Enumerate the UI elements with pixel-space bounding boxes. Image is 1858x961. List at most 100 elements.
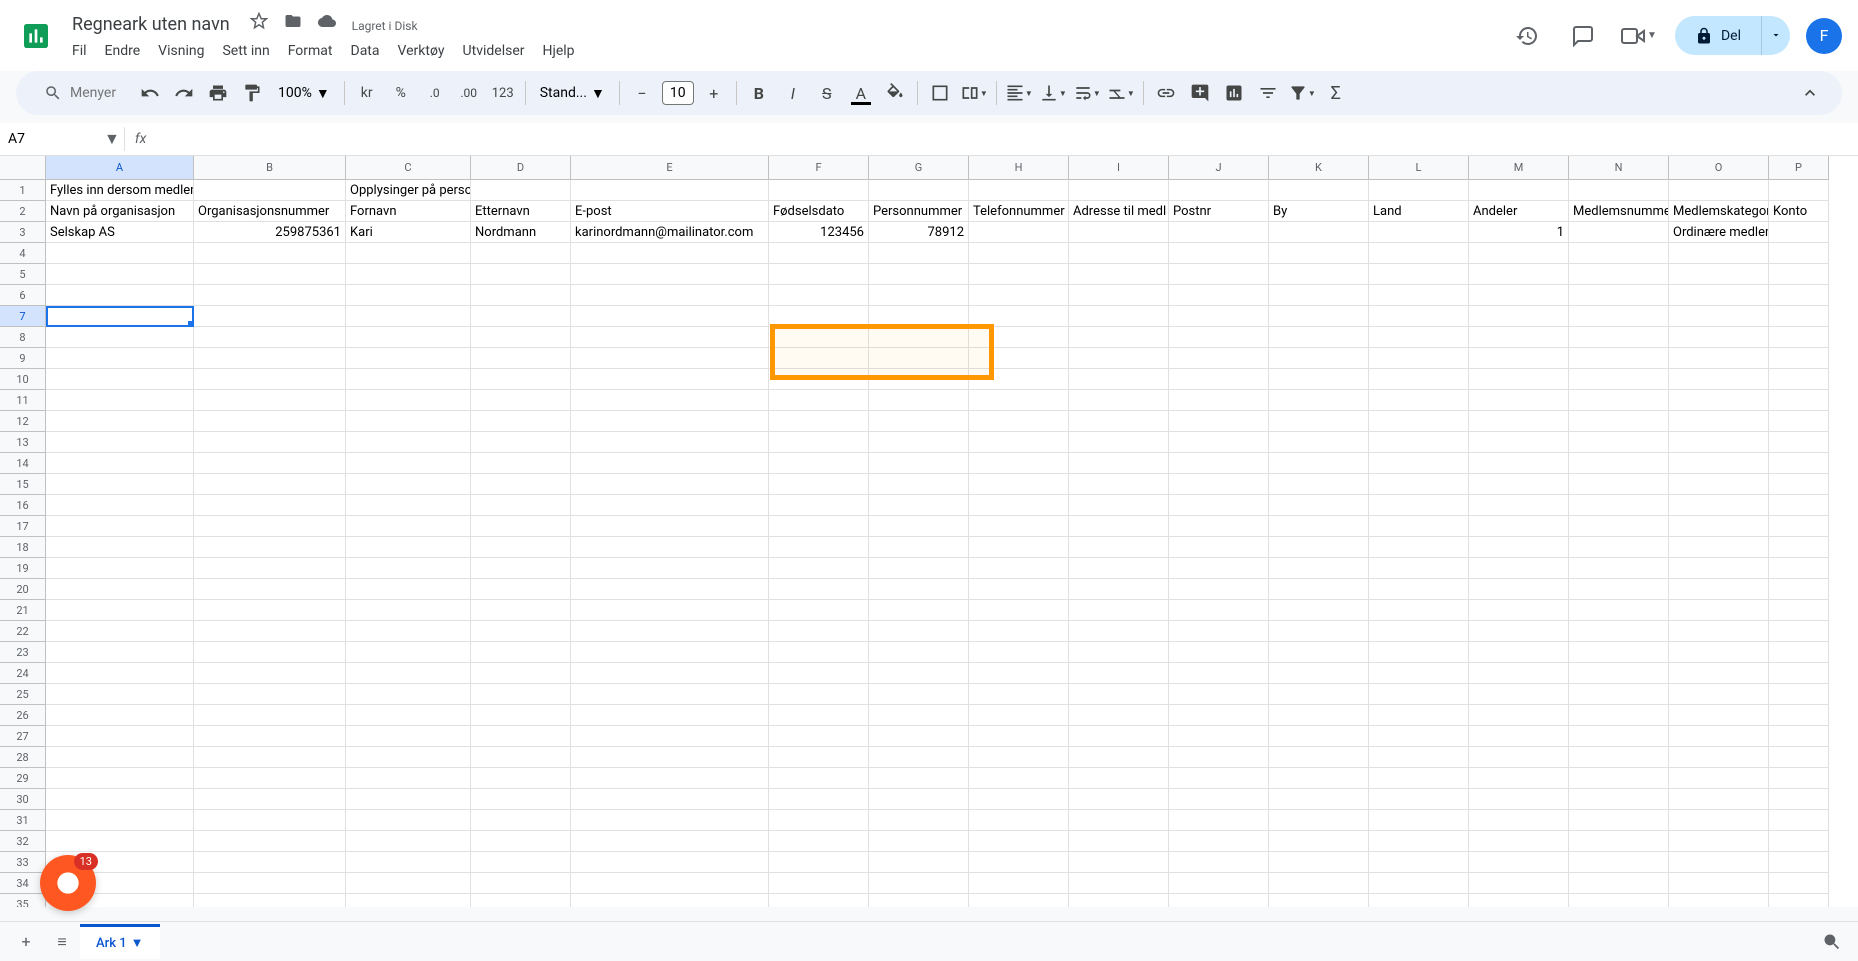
cell-F31[interactable] xyxy=(769,810,869,831)
cell-I33[interactable] xyxy=(1069,852,1169,873)
cell-F23[interactable] xyxy=(769,642,869,663)
cell-P17[interactable] xyxy=(1769,516,1829,537)
row-header-8[interactable]: 8 xyxy=(0,327,46,348)
cell-E21[interactable] xyxy=(571,600,769,621)
cell-J29[interactable] xyxy=(1169,768,1269,789)
menu-sett inn[interactable]: Sett inn xyxy=(214,39,277,63)
cell-M14[interactable] xyxy=(1469,453,1569,474)
cell-M28[interactable] xyxy=(1469,747,1569,768)
cell-O6[interactable] xyxy=(1669,285,1769,306)
cell-M11[interactable] xyxy=(1469,390,1569,411)
cell-P8[interactable] xyxy=(1769,327,1829,348)
cell-B10[interactable] xyxy=(194,369,346,390)
cell-I10[interactable] xyxy=(1069,369,1169,390)
cell-A24[interactable] xyxy=(46,663,194,684)
cell-M2[interactable]: Andeler xyxy=(1469,201,1569,222)
cell-O12[interactable] xyxy=(1669,411,1769,432)
cell-A21[interactable] xyxy=(46,600,194,621)
cell-N2[interactable]: Medlemsnumme xyxy=(1569,201,1669,222)
wrap-button[interactable]: ▼ xyxy=(1071,77,1103,109)
cell-N31[interactable] xyxy=(1569,810,1669,831)
merge-cells-button[interactable]: ▼ xyxy=(958,77,990,109)
cell-E5[interactable] xyxy=(571,264,769,285)
formula-input[interactable] xyxy=(156,127,1858,151)
cell-M22[interactable] xyxy=(1469,621,1569,642)
cell-G8[interactable] xyxy=(869,327,969,348)
row-header-30[interactable]: 30 xyxy=(0,789,46,810)
cell-C4[interactable] xyxy=(346,243,471,264)
cell-B9[interactable] xyxy=(194,348,346,369)
cell-O2[interactable]: Medlemskategori xyxy=(1669,201,1769,222)
cell-O14[interactable] xyxy=(1669,453,1769,474)
italic-button[interactable]: I xyxy=(777,77,809,109)
cell-O19[interactable] xyxy=(1669,558,1769,579)
cell-E23[interactable] xyxy=(571,642,769,663)
cell-J24[interactable] xyxy=(1169,663,1269,684)
cell-L24[interactable] xyxy=(1369,663,1469,684)
cell-G2[interactable]: Personnummer xyxy=(869,201,969,222)
cell-E12[interactable] xyxy=(571,411,769,432)
cell-D9[interactable] xyxy=(471,348,571,369)
cell-B26[interactable] xyxy=(194,705,346,726)
cell-B31[interactable] xyxy=(194,810,346,831)
cell-I14[interactable] xyxy=(1069,453,1169,474)
cell-K13[interactable] xyxy=(1269,432,1369,453)
h-align-button[interactable]: ▼ xyxy=(1003,77,1035,109)
cell-H30[interactable] xyxy=(969,789,1069,810)
cell-I17[interactable] xyxy=(1069,516,1169,537)
cell-F18[interactable] xyxy=(769,537,869,558)
cell-C11[interactable] xyxy=(346,390,471,411)
cell-B15[interactable] xyxy=(194,474,346,495)
col-header-F[interactable]: F xyxy=(769,156,869,180)
cell-C18[interactable] xyxy=(346,537,471,558)
cell-D34[interactable] xyxy=(471,873,571,894)
cell-N4[interactable] xyxy=(1569,243,1669,264)
cell-H24[interactable] xyxy=(969,663,1069,684)
col-header-D[interactable]: D xyxy=(471,156,571,180)
cell-J28[interactable] xyxy=(1169,747,1269,768)
cell-P15[interactable] xyxy=(1769,474,1829,495)
cell-P16[interactable] xyxy=(1769,495,1829,516)
cell-F9[interactable] xyxy=(769,348,869,369)
cell-H29[interactable] xyxy=(969,768,1069,789)
cell-A8[interactable] xyxy=(46,327,194,348)
cell-G25[interactable] xyxy=(869,684,969,705)
cell-A13[interactable] xyxy=(46,432,194,453)
cell-D16[interactable] xyxy=(471,495,571,516)
cell-K8[interactable] xyxy=(1269,327,1369,348)
cell-C12[interactable] xyxy=(346,411,471,432)
cell-L30[interactable] xyxy=(1369,789,1469,810)
cell-K26[interactable] xyxy=(1269,705,1369,726)
cell-L32[interactable] xyxy=(1369,831,1469,852)
cell-H15[interactable] xyxy=(969,474,1069,495)
cell-G21[interactable] xyxy=(869,600,969,621)
cell-C9[interactable] xyxy=(346,348,471,369)
cell-K19[interactable] xyxy=(1269,558,1369,579)
cell-K6[interactable] xyxy=(1269,285,1369,306)
cell-P32[interactable] xyxy=(1769,831,1829,852)
cell-H13[interactable] xyxy=(969,432,1069,453)
cell-J19[interactable] xyxy=(1169,558,1269,579)
cell-E17[interactable] xyxy=(571,516,769,537)
functions-button[interactable]: Σ xyxy=(1320,77,1352,109)
cell-A5[interactable] xyxy=(46,264,194,285)
cell-K18[interactable] xyxy=(1269,537,1369,558)
cell-N19[interactable] xyxy=(1569,558,1669,579)
row-header-5[interactable]: 5 xyxy=(0,264,46,285)
menu-endre[interactable]: Endre xyxy=(97,39,149,63)
cell-F20[interactable] xyxy=(769,579,869,600)
cell-J23[interactable] xyxy=(1169,642,1269,663)
cell-H8[interactable] xyxy=(969,327,1069,348)
cell-E31[interactable] xyxy=(571,810,769,831)
cell-M16[interactable] xyxy=(1469,495,1569,516)
cell-C32[interactable] xyxy=(346,831,471,852)
cell-L1[interactable] xyxy=(1369,180,1469,201)
cell-P21[interactable] xyxy=(1769,600,1829,621)
cell-N9[interactable] xyxy=(1569,348,1669,369)
row-header-7[interactable]: 7 xyxy=(0,306,46,327)
cell-E1[interactable] xyxy=(571,180,769,201)
cell-O18[interactable] xyxy=(1669,537,1769,558)
cell-O24[interactable] xyxy=(1669,663,1769,684)
cell-H21[interactable] xyxy=(969,600,1069,621)
cell-K30[interactable] xyxy=(1269,789,1369,810)
